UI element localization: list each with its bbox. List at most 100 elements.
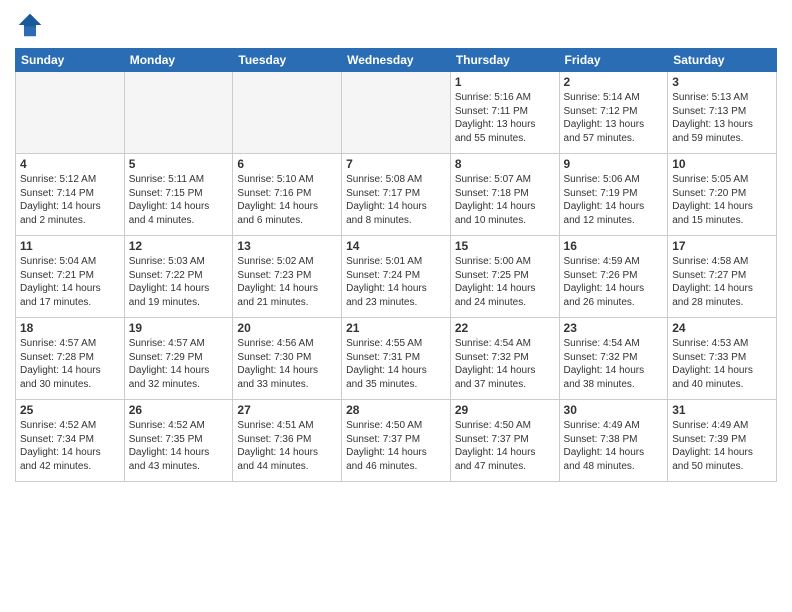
day-number: 10 <box>672 157 772 171</box>
calendar-cell: 4 Sunrise: 5:12 AMSunset: 7:14 PMDaylight… <box>16 154 125 236</box>
day-info: Sunrise: 4:54 AMSunset: 7:32 PMDaylight:… <box>564 337 664 391</box>
calendar-cell <box>124 72 233 154</box>
day-number: 11 <box>20 239 120 253</box>
calendar-cell: 20 Sunrise: 4:56 AMSunset: 7:30 PMDayligh… <box>233 318 342 400</box>
weekday-header-tuesday: Tuesday <box>233 49 342 72</box>
calendar-cell: 10 Sunrise: 5:05 AMSunset: 7:20 PMDayligh… <box>668 154 777 236</box>
day-info: Sunrise: 5:13 AMSunset: 7:13 PMDaylight:… <box>672 91 772 145</box>
day-number: 29 <box>455 403 555 417</box>
calendar-cell <box>342 72 451 154</box>
day-number: 26 <box>129 403 229 417</box>
header <box>15 10 777 40</box>
day-info: Sunrise: 5:08 AMSunset: 7:17 PMDaylight:… <box>346 173 446 227</box>
calendar-cell: 25 Sunrise: 4:52 AMSunset: 7:34 PMDayligh… <box>16 400 125 482</box>
day-number: 15 <box>455 239 555 253</box>
day-info: Sunrise: 4:52 AMSunset: 7:35 PMDaylight:… <box>129 419 229 473</box>
calendar-cell: 14 Sunrise: 5:01 AMSunset: 7:24 PMDayligh… <box>342 236 451 318</box>
logo-icon <box>15 10 45 40</box>
calendar-cell: 6 Sunrise: 5:10 AMSunset: 7:16 PMDaylight… <box>233 154 342 236</box>
day-number: 7 <box>346 157 446 171</box>
day-info: Sunrise: 4:51 AMSunset: 7:36 PMDaylight:… <box>237 419 337 473</box>
calendar-cell: 1Sunrise: 5:16 AMSunset: 7:11 PMDaylight… <box>450 72 559 154</box>
day-info: Sunrise: 4:49 AMSunset: 7:39 PMDaylight:… <box>672 419 772 473</box>
calendar-cell: 9Sunrise: 5:06 AMSunset: 7:19 PMDaylight… <box>559 154 668 236</box>
day-number: 17 <box>672 239 772 253</box>
week-row-2: 4 Sunrise: 5:12 AMSunset: 7:14 PMDaylight… <box>16 154 777 236</box>
weekday-header-monday: Monday <box>124 49 233 72</box>
weekday-header-thursday: Thursday <box>450 49 559 72</box>
day-info: Sunrise: 4:58 AMSunset: 7:27 PMDaylight:… <box>672 255 772 309</box>
day-info: Sunrise: 5:07 AMSunset: 7:18 PMDaylight:… <box>455 173 555 227</box>
day-info: Sunrise: 4:53 AMSunset: 7:33 PMDaylight:… <box>672 337 772 391</box>
calendar-cell: 16 Sunrise: 4:59 AMSunset: 7:26 PMDayligh… <box>559 236 668 318</box>
day-number: 22 <box>455 321 555 335</box>
day-number: 13 <box>237 239 337 253</box>
day-info: Sunrise: 5:16 AMSunset: 7:11 PMDaylight:… <box>455 91 555 145</box>
day-number: 5 <box>129 157 229 171</box>
week-row-1: 1Sunrise: 5:16 AMSunset: 7:11 PMDaylight… <box>16 72 777 154</box>
calendar-cell: 15Sunrise: 5:00 AMSunset: 7:25 PMDayligh… <box>450 236 559 318</box>
weekday-header-sunday: Sunday <box>16 49 125 72</box>
day-info: Sunrise: 5:12 AMSunset: 7:14 PMDaylight:… <box>20 173 120 227</box>
day-info: Sunrise: 5:03 AMSunset: 7:22 PMDaylight:… <box>129 255 229 309</box>
calendar-cell: 8Sunrise: 5:07 AMSunset: 7:18 PMDaylight… <box>450 154 559 236</box>
calendar-cell: 28 Sunrise: 4:50 AMSunset: 7:37 PMDayligh… <box>342 400 451 482</box>
day-number: 3 <box>672 75 772 89</box>
day-number: 30 <box>564 403 664 417</box>
day-number: 27 <box>237 403 337 417</box>
calendar-cell: 18 Sunrise: 4:57 AMSunset: 7:28 PMDayligh… <box>16 318 125 400</box>
calendar-cell: 27 Sunrise: 4:51 AMSunset: 7:36 PMDayligh… <box>233 400 342 482</box>
weekday-header-friday: Friday <box>559 49 668 72</box>
day-number: 20 <box>237 321 337 335</box>
page: SundayMondayTuesdayWednesdayThursdayFrid… <box>0 0 792 612</box>
calendar-cell: 3 Sunrise: 5:13 AMSunset: 7:13 PMDaylight… <box>668 72 777 154</box>
day-info: Sunrise: 4:56 AMSunset: 7:30 PMDaylight:… <box>237 337 337 391</box>
day-info: Sunrise: 4:50 AMSunset: 7:37 PMDaylight:… <box>346 419 446 473</box>
day-number: 4 <box>20 157 120 171</box>
logo <box>15 10 49 40</box>
day-number: 6 <box>237 157 337 171</box>
day-info: Sunrise: 5:01 AMSunset: 7:24 PMDaylight:… <box>346 255 446 309</box>
calendar-cell <box>16 72 125 154</box>
day-number: 31 <box>672 403 772 417</box>
calendar-cell: 7 Sunrise: 5:08 AMSunset: 7:17 PMDaylight… <box>342 154 451 236</box>
weekday-header-wednesday: Wednesday <box>342 49 451 72</box>
calendar-cell: 30 Sunrise: 4:49 AMSunset: 7:38 PMDayligh… <box>559 400 668 482</box>
day-info: Sunrise: 4:55 AMSunset: 7:31 PMDaylight:… <box>346 337 446 391</box>
day-number: 18 <box>20 321 120 335</box>
calendar-cell: 26 Sunrise: 4:52 AMSunset: 7:35 PMDayligh… <box>124 400 233 482</box>
week-row-4: 18 Sunrise: 4:57 AMSunset: 7:28 PMDayligh… <box>16 318 777 400</box>
day-info: Sunrise: 5:05 AMSunset: 7:20 PMDaylight:… <box>672 173 772 227</box>
week-row-5: 25 Sunrise: 4:52 AMSunset: 7:34 PMDayligh… <box>16 400 777 482</box>
day-number: 2 <box>564 75 664 89</box>
day-info: Sunrise: 4:49 AMSunset: 7:38 PMDaylight:… <box>564 419 664 473</box>
day-number: 9 <box>564 157 664 171</box>
calendar-cell: 24Sunrise: 4:53 AMSunset: 7:33 PMDayligh… <box>668 318 777 400</box>
day-info: Sunrise: 4:57 AMSunset: 7:28 PMDaylight:… <box>20 337 120 391</box>
calendar-cell <box>233 72 342 154</box>
day-info: Sunrise: 5:04 AMSunset: 7:21 PMDaylight:… <box>20 255 120 309</box>
weekday-header-row: SundayMondayTuesdayWednesdayThursdayFrid… <box>16 49 777 72</box>
day-info: Sunrise: 4:59 AMSunset: 7:26 PMDaylight:… <box>564 255 664 309</box>
calendar-table: SundayMondayTuesdayWednesdayThursdayFrid… <box>15 48 777 482</box>
calendar-cell: 21 Sunrise: 4:55 AMSunset: 7:31 PMDayligh… <box>342 318 451 400</box>
day-info: Sunrise: 5:10 AMSunset: 7:16 PMDaylight:… <box>237 173 337 227</box>
day-number: 14 <box>346 239 446 253</box>
calendar-cell: 22 Sunrise: 4:54 AMSunset: 7:32 PMDayligh… <box>450 318 559 400</box>
day-info: Sunrise: 5:11 AMSunset: 7:15 PMDaylight:… <box>129 173 229 227</box>
calendar-cell: 19Sunrise: 4:57 AMSunset: 7:29 PMDayligh… <box>124 318 233 400</box>
day-info: Sunrise: 4:54 AMSunset: 7:32 PMDaylight:… <box>455 337 555 391</box>
calendar-cell: 5 Sunrise: 5:11 AMSunset: 7:15 PMDaylight… <box>124 154 233 236</box>
calendar-cell: 2Sunrise: 5:14 AMSunset: 7:12 PMDaylight… <box>559 72 668 154</box>
day-info: Sunrise: 4:52 AMSunset: 7:34 PMDaylight:… <box>20 419 120 473</box>
day-number: 25 <box>20 403 120 417</box>
day-number: 16 <box>564 239 664 253</box>
calendar-cell: 12Sunrise: 5:03 AMSunset: 7:22 PMDayligh… <box>124 236 233 318</box>
day-info: Sunrise: 5:02 AMSunset: 7:23 PMDaylight:… <box>237 255 337 309</box>
calendar-cell: 17 Sunrise: 4:58 AMSunset: 7:27 PMDayligh… <box>668 236 777 318</box>
day-number: 21 <box>346 321 446 335</box>
day-number: 28 <box>346 403 446 417</box>
calendar-cell: 23Sunrise: 4:54 AMSunset: 7:32 PMDayligh… <box>559 318 668 400</box>
calendar-cell: 11 Sunrise: 5:04 AMSunset: 7:21 PMDayligh… <box>16 236 125 318</box>
weekday-header-saturday: Saturday <box>668 49 777 72</box>
